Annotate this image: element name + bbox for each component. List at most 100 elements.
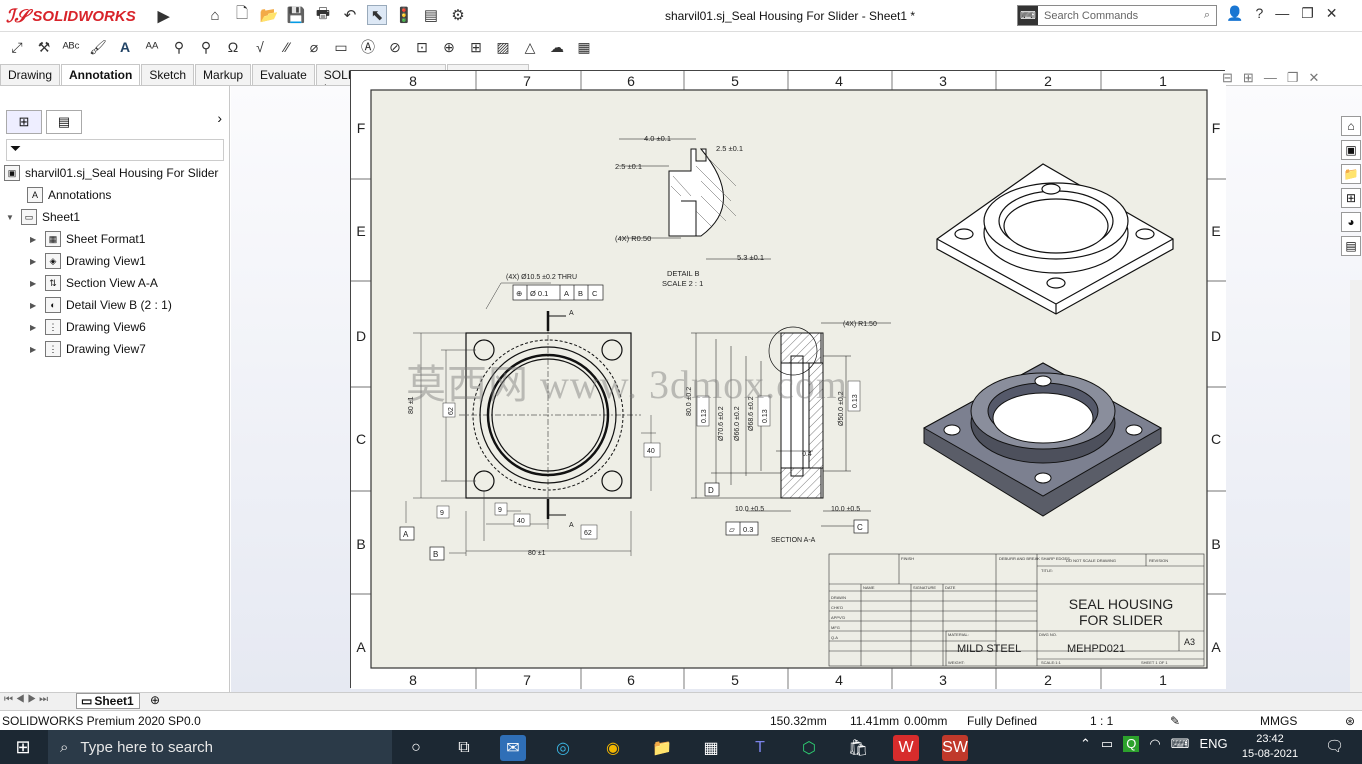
show-hidden-icons-icon[interactable]: ⌃ [1080, 736, 1091, 752]
vertical-scrollbar[interactable] [1350, 280, 1362, 692]
minimize-icon[interactable]: — [1275, 5, 1289, 22]
undo-icon[interactable]: ↶ [340, 5, 360, 25]
restore-icon[interactable]: ❐ [1301, 5, 1314, 22]
open-folder-icon[interactable]: 📂 [259, 5, 279, 25]
spell-checker-icon[interactable]: ᴬᴮᶜ [60, 36, 82, 58]
area-hatch-icon[interactable]: ▨ [492, 36, 514, 58]
surface-finish-icon[interactable]: √ [249, 36, 271, 58]
tree-item-sheet1[interactable]: ▼ ▭ Sheet1 [6, 206, 80, 228]
panel-expand-icon[interactable]: › [217, 110, 222, 136]
smart-dimension-icon[interactable]: ⤢ [6, 36, 28, 58]
view-tile-icon[interactable]: ⊞ [1243, 70, 1254, 86]
linear-note-pattern-icon[interactable]: ᴬᴬ [141, 36, 163, 58]
datum-feature-icon[interactable]: Ⓐ [357, 36, 379, 58]
tab-markup[interactable]: Markup [195, 64, 252, 86]
print-icon[interactable]: 🖶 [313, 5, 333, 25]
clock[interactable]: 23:42 15-08-2021 [1240, 732, 1300, 762]
model-items-icon[interactable]: ⚒ [33, 36, 55, 58]
options-gear-icon[interactable]: ⚙ [448, 5, 468, 25]
hole-callout-icon[interactable]: ⌀ [303, 36, 325, 58]
language-indicator[interactable]: ENG [1199, 736, 1227, 752]
balloon-icon[interactable]: ⚲ [168, 36, 190, 58]
user-icon[interactable]: 👤 [1226, 5, 1243, 22]
weld-symbol-icon[interactable]: ⁄⁄ [276, 36, 298, 58]
expand-arrow-icon[interactable]: ▶ [30, 279, 40, 288]
keyboard-icon[interactable]: ⌨ [1171, 736, 1190, 752]
wifi-icon[interactable]: ◠ [1149, 736, 1160, 752]
maps-icon[interactable]: ⬡ [796, 735, 822, 761]
solidworks-logo[interactable]: ℐ𝒮 SOLIDWORKS ▶ [6, 4, 169, 28]
add-sheet-icon[interactable]: ⊕ [150, 693, 160, 707]
tab-sketch[interactable]: Sketch [141, 64, 195, 86]
select-pointer-icon[interactable]: ⬉ [367, 5, 387, 25]
view-palette-icon[interactable]: ⊞ [1341, 188, 1361, 208]
expand-arrow-icon[interactable]: ▶ [30, 345, 40, 354]
design-library-icon[interactable]: ▣ [1341, 140, 1361, 160]
chrome-icon[interactable]: ◉ [600, 735, 626, 761]
sheet-nav-arrows-icon[interactable]: ⏮ ◀ ▶ ⏭ [4, 694, 48, 705]
tree-item-drawing-view7[interactable]: ▶ ⋮ Drawing View7 [30, 338, 146, 360]
file-explorer-icon[interactable]: 📁 [1341, 164, 1361, 184]
cortana-icon[interactable]: ○ [403, 735, 429, 761]
datum-target-icon[interactable]: ⊘ [384, 36, 406, 58]
revision-symbol-icon[interactable]: △ [519, 36, 541, 58]
monitor-icon[interactable]: ▭ [1101, 736, 1113, 752]
auto-balloon-icon[interactable]: ⚲ [195, 36, 217, 58]
tree-item-annotations[interactable]: A Annotations [27, 184, 111, 206]
mail-icon[interactable]: ✉ [500, 735, 526, 761]
split-view-icon[interactable]: ⊟ [1222, 70, 1233, 86]
status-options-icon[interactable]: ⊛ [1345, 714, 1355, 728]
calculator-icon[interactable]: ▦ [698, 735, 724, 761]
tree-item-drawing-view6[interactable]: ▶ ⋮ Drawing View6 [30, 316, 146, 338]
save-icon[interactable]: 💾 [286, 5, 306, 25]
rebuild-icon[interactable]: ✎ [1170, 714, 1180, 728]
appearances-icon[interactable]: ◕ [1341, 212, 1361, 232]
file-properties-icon[interactable]: ▤ [421, 5, 441, 25]
note-icon[interactable]: A [114, 36, 136, 58]
property-manager-tab-icon[interactable]: ▤ [46, 110, 82, 134]
new-document-icon[interactable]: 🗋 [232, 5, 252, 25]
table-icon[interactable]: ▦ [573, 36, 595, 58]
custom-properties-icon[interactable]: ▤ [1341, 236, 1361, 256]
store-icon[interactable]: 🛍 [845, 735, 871, 761]
tree-root[interactable]: ▣ sharvil01.sj_Seal Housing For Slider [4, 162, 218, 184]
magnetic-line-icon[interactable]: Ω [222, 36, 244, 58]
tab-evaluate[interactable]: Evaluate [252, 64, 315, 86]
expand-arrow-icon[interactable]: ▶ [30, 323, 40, 332]
restore-doc-icon[interactable]: ❐ [1287, 70, 1299, 86]
file-explorer-taskbar-icon[interactable]: 📁 [649, 735, 675, 761]
qbittorrent-icon[interactable]: Q [1123, 736, 1140, 752]
geometric-tolerance-icon[interactable]: ▭ [330, 36, 352, 58]
collapse-arrow-icon[interactable]: ▼ [6, 213, 16, 222]
tree-item-detail-view[interactable]: ▶ ◐ Detail View B (2 : 1) [30, 294, 172, 316]
close-doc-icon[interactable]: ✕ [1308, 70, 1319, 86]
menu-arrow-icon[interactable]: ▶ [158, 7, 170, 25]
traffic-light-icon[interactable]: 🚦 [394, 5, 414, 25]
close-icon[interactable]: ✕ [1326, 5, 1338, 22]
notifications-icon[interactable]: 🗨 [1325, 737, 1344, 755]
teams-icon[interactable]: T [747, 735, 773, 761]
home-icon[interactable]: ⌂ [205, 5, 225, 25]
tab-annotation[interactable]: Annotation [61, 64, 141, 86]
sheet-tab[interactable]: ▭ Sheet1 [76, 693, 140, 709]
sheet-scale[interactable]: 1 : 1 [1090, 714, 1113, 728]
revision-cloud-icon[interactable]: ☁ [546, 36, 568, 58]
tree-item-drawing-view1[interactable]: ▶ ◈ Drawing View1 [30, 250, 146, 272]
unit-system[interactable]: MMGS [1260, 714, 1297, 728]
task-view-icon[interactable]: ⧉ [451, 735, 477, 761]
expand-arrow-icon[interactable]: ▶ [30, 257, 40, 266]
solidworks-resources-icon[interactable]: ⌂ [1341, 116, 1361, 136]
expand-arrow-icon[interactable]: ▶ [30, 235, 40, 244]
tree-item-sheet-format1[interactable]: ▶ ▦ Sheet Format1 [30, 228, 145, 250]
centerline-icon[interactable]: ⊞ [465, 36, 487, 58]
windows-start-icon[interactable]: ⊞ [0, 730, 46, 764]
minimize-doc-icon[interactable]: — [1264, 70, 1277, 86]
taskbar-search[interactable]: ⌕ Type here to search [48, 730, 392, 764]
center-mark-icon[interactable]: ⊕ [438, 36, 460, 58]
format-painter-icon[interactable]: 🖌 [87, 36, 109, 58]
tree-item-section-view[interactable]: ▶ ⇅ Section View A-A [30, 272, 158, 294]
search-commands-box[interactable]: ⌨ Search Commands ⌕ [1017, 5, 1217, 26]
solidworks-taskbar-icon[interactable]: SW [942, 735, 968, 761]
wps-icon[interactable]: W [893, 735, 919, 761]
tab-drawing[interactable]: Drawing [0, 64, 61, 86]
